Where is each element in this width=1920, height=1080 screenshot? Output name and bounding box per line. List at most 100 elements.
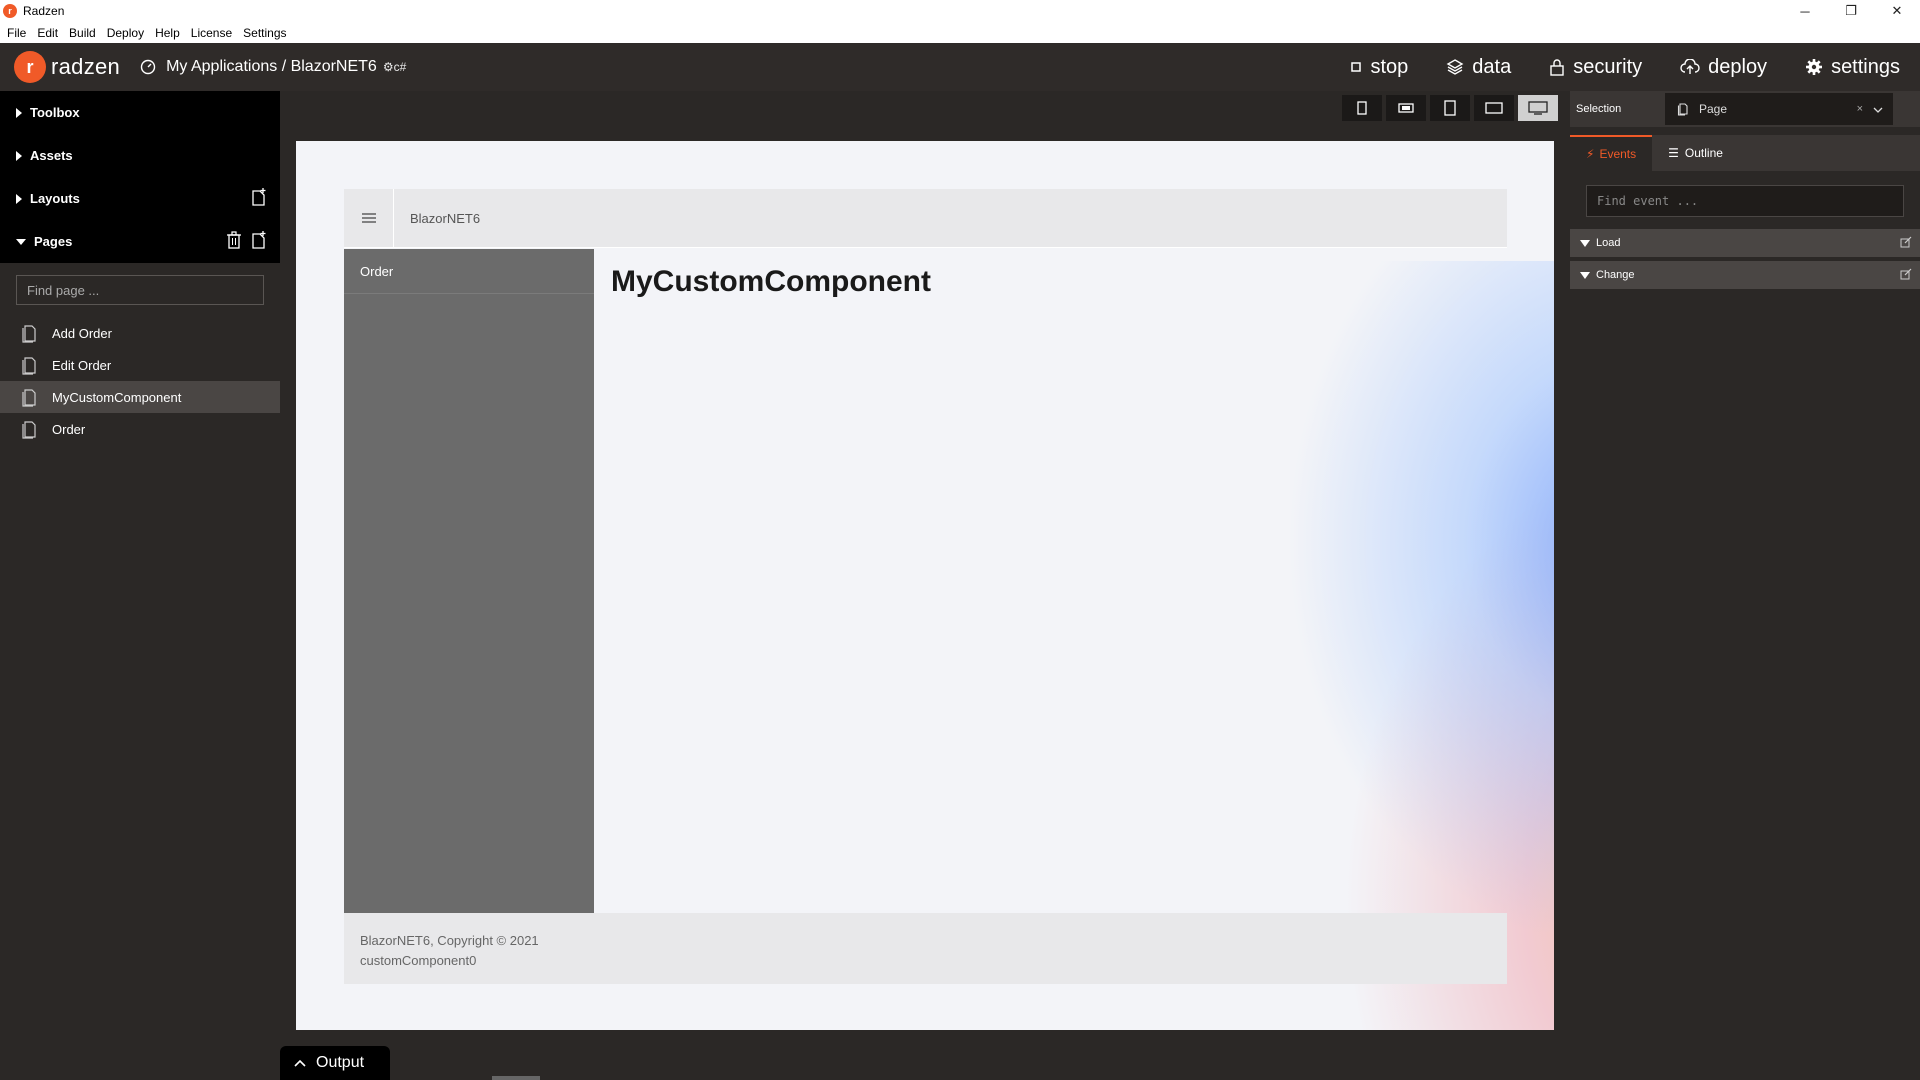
desktop-button[interactable] (1518, 95, 1558, 121)
panel-tabs: ⚡ Events ☰ Outline (1570, 135, 1920, 171)
csharp-badge: ⚙c# (382, 60, 407, 74)
right-properties-panel: Selection Page × ⚡ Events ☰ Outline Find… (1570, 91, 1920, 1080)
edit-icon[interactable] (1900, 268, 1912, 283)
app-header: r radzen My Applications / BlazorNET6 ⚙c… (0, 43, 1920, 91)
app-body[interactable]: MyCustomComponent (594, 249, 1507, 913)
radzen-app-icon: r (3, 4, 17, 18)
find-event-input[interactable]: Find event ... (1586, 185, 1904, 217)
app-footer[interactable]: BlazorNET6, Copyright © 2021 customCompo… (344, 913, 1507, 984)
collapse-arrow-icon (16, 238, 26, 245)
trash-icon[interactable] (226, 230, 242, 253)
page-heading[interactable]: MyCustomComponent (611, 265, 931, 299)
page-icon (20, 387, 38, 407)
app-nav-item-order[interactable]: Order (344, 249, 594, 294)
menu-edit[interactable]: Edit (37, 26, 58, 40)
collapse-arrow-icon (1580, 239, 1590, 247)
data-button[interactable]: data (1446, 56, 1511, 79)
section-layouts-label: Layouts (30, 191, 80, 206)
gear-icon (1806, 59, 1823, 75)
footer-component: customComponent0 (360, 953, 477, 968)
footer-copyright: BlazorNET6, Copyright © 2021 (360, 933, 539, 948)
menu-build[interactable]: Build (69, 26, 96, 40)
find-page-input[interactable]: Find page ... (16, 275, 264, 305)
section-pages[interactable]: Pages (0, 220, 280, 263)
new-page-icon[interactable] (250, 230, 268, 253)
stop-label: stop (1370, 55, 1409, 78)
radzen-logo[interactable]: r radzen (14, 51, 120, 83)
page-icon (20, 355, 38, 375)
clear-selection-icon[interactable]: × (1857, 103, 1863, 115)
app-header-bar[interactable]: BlazorNET6 (344, 188, 1507, 248)
cloud-upload-icon (1680, 59, 1700, 74)
page-icon (1677, 103, 1688, 116)
event-change[interactable]: Change (1570, 261, 1920, 289)
app-layout[interactable]: BlazorNET6 Order MyCustomComponent Blazo… (344, 188, 1507, 984)
menu-help[interactable]: Help (155, 26, 180, 40)
minimize-button[interactable]: ─ (1782, 0, 1828, 22)
section-toolbox[interactable]: Toolbox (0, 91, 280, 134)
settings-label: settings (1831, 55, 1900, 78)
dashboard-icon (140, 59, 156, 75)
close-button[interactable]: ✕ (1874, 0, 1920, 22)
menu-settings[interactable]: Settings (243, 26, 286, 40)
page-item-label: Order (52, 421, 86, 437)
tablet-portrait-button[interactable] (1430, 95, 1470, 121)
output-label: Output (316, 1054, 365, 1071)
selection-dropdown[interactable]: Page × (1665, 93, 1893, 125)
radzen-logo-icon: r (14, 51, 46, 83)
chevron-down-icon[interactable] (1873, 102, 1883, 116)
phone-landscape-button[interactable] (1386, 95, 1426, 121)
selection-row: Selection Page × (1570, 91, 1920, 127)
maximize-button[interactable]: ❐ (1828, 0, 1874, 22)
output-panel-toggle[interactable]: Output (280, 1046, 390, 1080)
settings-button[interactable]: settings (1805, 56, 1900, 79)
breadcrumb-path[interactable]: My Applications / BlazorNET6 (166, 58, 377, 76)
app-sidebar[interactable]: Order (344, 249, 594, 913)
page-item-label: Edit Order (52, 357, 112, 373)
chevron-up-icon (294, 1059, 306, 1067)
page-preview[interactable]: BlazorNET6 Order MyCustomComponent Blazo… (296, 141, 1554, 1030)
phone-portrait-button[interactable] (1342, 95, 1382, 121)
event-load[interactable]: Load (1570, 229, 1920, 257)
security-button[interactable]: security (1549, 56, 1642, 79)
hamburger-menu-icon[interactable] (344, 188, 394, 248)
stop-icon (1351, 62, 1362, 72)
lock-icon (1550, 59, 1564, 76)
page-item-label: Add Order (52, 325, 112, 341)
app-title: BlazorNET6 (410, 210, 481, 226)
section-assets-label: Assets (30, 148, 73, 163)
tab-outline-label: Outline (1684, 146, 1723, 160)
deploy-button[interactable]: deploy (1680, 56, 1767, 79)
expand-arrow-icon (16, 193, 22, 204)
section-assets[interactable]: Assets (0, 134, 280, 177)
page-item-edit-order[interactable]: Edit Order (0, 349, 280, 381)
section-layouts[interactable]: Layouts (0, 177, 280, 220)
tablet-landscape-button[interactable] (1474, 95, 1514, 121)
tab-events[interactable]: ⚡ Events (1570, 135, 1653, 171)
page-item-order[interactable]: Order (0, 413, 280, 445)
device-size-toolbar (1342, 95, 1558, 121)
selection-label: Selection (1576, 103, 1622, 115)
expand-arrow-icon (16, 150, 22, 161)
phone-landscape-icon (1398, 103, 1414, 113)
menu-deploy[interactable]: Deploy (107, 26, 144, 40)
expand-arrow-icon (16, 107, 22, 118)
page-icon (20, 419, 38, 439)
event-load-label: Load (1596, 237, 1621, 249)
edit-icon[interactable] (1900, 236, 1912, 251)
left-sidebar: Toolbox Assets Layouts Pages Find page .… (0, 91, 280, 1080)
page-item-mycustomcomponent[interactable]: MyCustomComponent (0, 381, 280, 413)
page-item-add-order[interactable]: Add Order (0, 317, 280, 349)
tab-outline[interactable]: ☰ Outline (1652, 135, 1739, 171)
tab-events-label: Events (1599, 147, 1637, 161)
menu-file[interactable]: File (7, 26, 26, 40)
stop-button[interactable]: stop (1350, 56, 1408, 79)
menu-license[interactable]: License (191, 26, 232, 40)
breadcrumb[interactable]: My Applications / BlazorNET6 ⚙c# (140, 58, 406, 76)
page-icon (20, 323, 38, 343)
event-change-label: Change (1596, 269, 1635, 281)
tablet-landscape-icon (1485, 102, 1503, 114)
new-layout-icon[interactable] (250, 187, 268, 210)
horizontal-scrollbar[interactable] (492, 1076, 540, 1080)
design-canvas-area: BlazorNET6 Order MyCustomComponent Blazo… (280, 91, 1570, 1046)
